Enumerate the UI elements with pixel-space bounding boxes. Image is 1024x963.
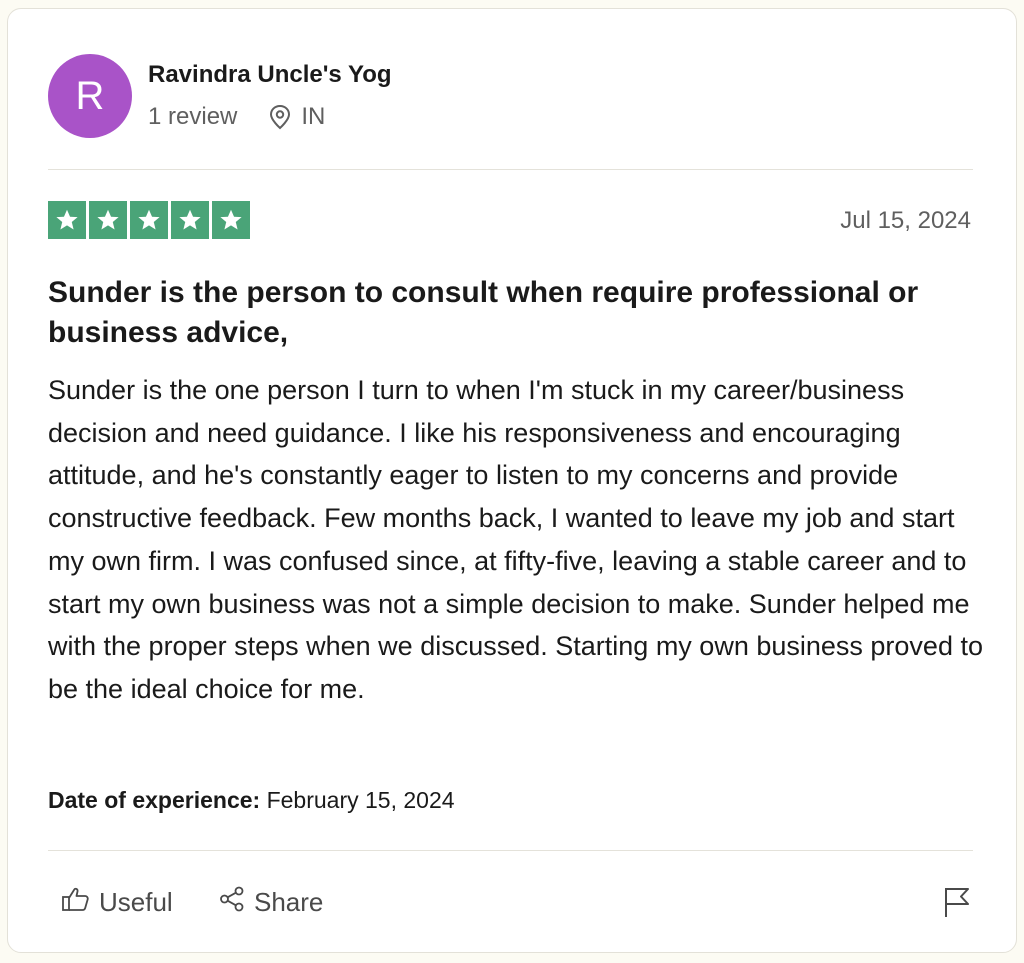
review-count: 1 review	[148, 103, 238, 130]
star-icon	[130, 201, 168, 239]
location-pin-icon	[269, 104, 291, 130]
reviewer-meta: 1 review IN	[148, 103, 325, 131]
useful-button[interactable]: Useful	[61, 885, 173, 920]
star-icon	[171, 201, 209, 239]
reviewer-name[interactable]: Ravindra Uncle's Yog	[148, 61, 392, 89]
date-of-experience: Date of experience: February 15, 2024	[48, 787, 455, 814]
experience-label: Date of experience:	[48, 787, 261, 813]
star-rating	[48, 201, 250, 239]
star-icon	[212, 201, 250, 239]
avatar-initial: R	[75, 73, 105, 118]
thumbs-up-icon	[61, 885, 99, 920]
reviewer-country: IN	[301, 103, 326, 130]
share-button[interactable]: Share	[218, 885, 323, 920]
flag-icon[interactable]	[943, 886, 971, 923]
divider	[48, 850, 973, 851]
useful-label: Useful	[99, 887, 173, 917]
star-icon	[89, 201, 127, 239]
review-body: Sunder is the one person I turn to when …	[48, 375, 983, 704]
share-icon	[218, 885, 254, 920]
divider	[48, 169, 973, 170]
share-label: Share	[254, 887, 324, 917]
review-card: R Ravindra Uncle's Yog 1 review IN Jul 1…	[7, 8, 1017, 953]
review-title[interactable]: Sunder is the person to consult when req…	[48, 273, 983, 353]
avatar[interactable]: R	[48, 54, 132, 138]
experience-date: February 15, 2024	[266, 787, 455, 813]
star-icon	[48, 201, 86, 239]
review-date: Jul 15, 2024	[840, 207, 971, 234]
